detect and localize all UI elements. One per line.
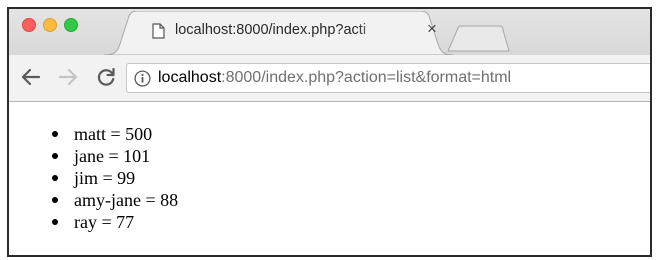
reload-button[interactable] [95,66,117,88]
list-item-text: matt = 500 [74,124,153,144]
list-item: ray = 77 [52,211,178,233]
tab-active[interactable]: localhost:8000/index.php?acti × [104,11,454,55]
bullet [52,219,58,225]
list-item: matt = 500 [52,123,178,145]
close-window-button[interactable] [22,18,36,32]
url-path: :8000/index.php?action=list&format=html [221,69,512,86]
reload-icon [97,67,115,86]
url-host: localhost [158,69,222,86]
bullet [52,153,58,159]
tab-close-button[interactable]: × [423,20,441,38]
browser-window: localhost:8000/index.php?acti × localhos… [7,7,652,257]
tab-bar: localhost:8000/index.php?acti × [9,9,650,55]
bullet [52,197,58,203]
back-button[interactable] [20,66,42,88]
info-icon[interactable] [134,70,151,92]
forward-button[interactable] [57,66,79,88]
toolbar: localhost:8000/index.php?action=list&for… [9,55,650,102]
list-item-text: ray = 77 [74,212,135,232]
list-item: jane = 101 [52,145,178,167]
arrow-left-icon [21,68,41,86]
bullet [52,175,58,181]
maximize-window-button[interactable] [64,18,78,32]
score-list: matt = 500 jane = 101 jim = 99 amy-jane … [52,123,178,233]
list-item-text: jim = 99 [74,168,136,188]
new-tab-button[interactable] [447,25,511,58]
address-bar[interactable]: localhost:8000/index.php?action=list&for… [126,63,650,93]
url-text: localhost:8000/index.php?action=list&for… [158,69,511,87]
list-item: amy-jane = 88 [52,189,178,211]
list-item-text: jane = 101 [74,146,151,166]
minimize-window-button[interactable] [43,18,57,32]
list-item-text: amy-jane = 88 [74,190,179,210]
list-item: jim = 99 [52,167,178,189]
tab-title: localhost:8000/index.php?acti [175,22,395,38]
bullet [52,131,58,137]
arrow-right-icon [58,68,78,86]
page-content: matt = 500 jane = 101 jim = 99 amy-jane … [9,102,650,255]
